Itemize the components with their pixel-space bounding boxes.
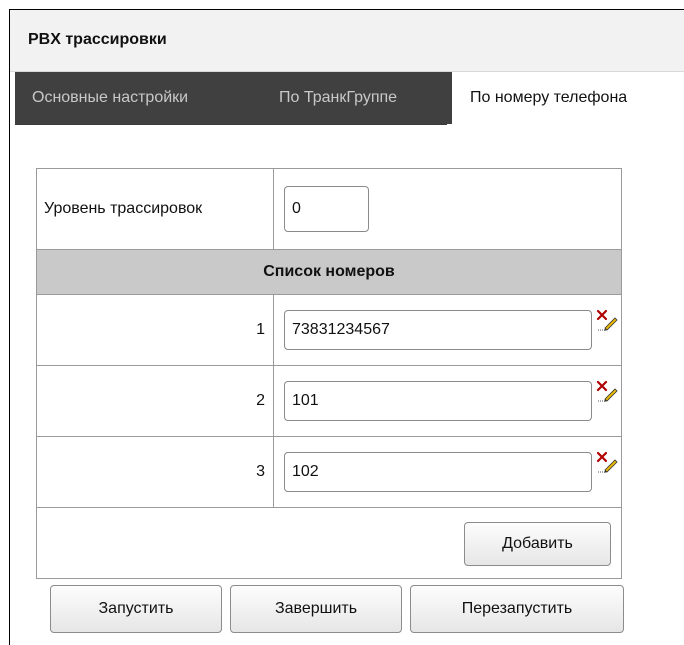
- panel-header: PBX трассировки: [10, 10, 684, 72]
- numbers-list-header: Список номеров: [36, 249, 622, 295]
- tab-phone-number[interactable]: По номеру телефона: [452, 72, 684, 124]
- table-row: 1 73831234567: [36, 294, 622, 366]
- tab-main-settings[interactable]: Основные настройки: [15, 72, 265, 124]
- row-index: 3: [36, 436, 274, 508]
- pbx-tracing-panel: PBX трассировки Основные настройки По Тр…: [9, 9, 684, 645]
- row-index: 1: [36, 294, 274, 366]
- table-row: 3 102: [36, 436, 622, 508]
- phone-number-input[interactable]: 102: [284, 452, 592, 492]
- tab-divider: [15, 124, 447, 125]
- trace-level-label: Уровень трассировок: [36, 168, 274, 250]
- tab-bar: Основные настройки По ТранкГруппе По ном…: [15, 72, 684, 124]
- delete-edit-icon[interactable]: [596, 380, 618, 402]
- delete-edit-icon[interactable]: [596, 451, 618, 473]
- trace-level-input[interactable]: 0: [284, 186, 369, 232]
- delete-edit-icon[interactable]: [596, 309, 618, 331]
- add-number-button[interactable]: Добавить: [464, 522, 611, 566]
- table-row: 2 101: [36, 365, 622, 437]
- tab-trunk-group[interactable]: По ТранкГруппе: [265, 72, 452, 124]
- stop-button[interactable]: Завершить: [230, 585, 402, 633]
- start-button[interactable]: Запустить: [50, 585, 222, 633]
- trace-settings-table: Уровень трассировок 0 Список номеров 1 7…: [36, 168, 622, 579]
- panel-title: PBX трассировки: [28, 31, 167, 48]
- phone-number-input[interactable]: 73831234567: [284, 310, 592, 350]
- phone-number-input[interactable]: 101: [284, 381, 592, 421]
- row-index: 2: [36, 365, 274, 437]
- restart-button[interactable]: Перезапустить: [410, 585, 624, 633]
